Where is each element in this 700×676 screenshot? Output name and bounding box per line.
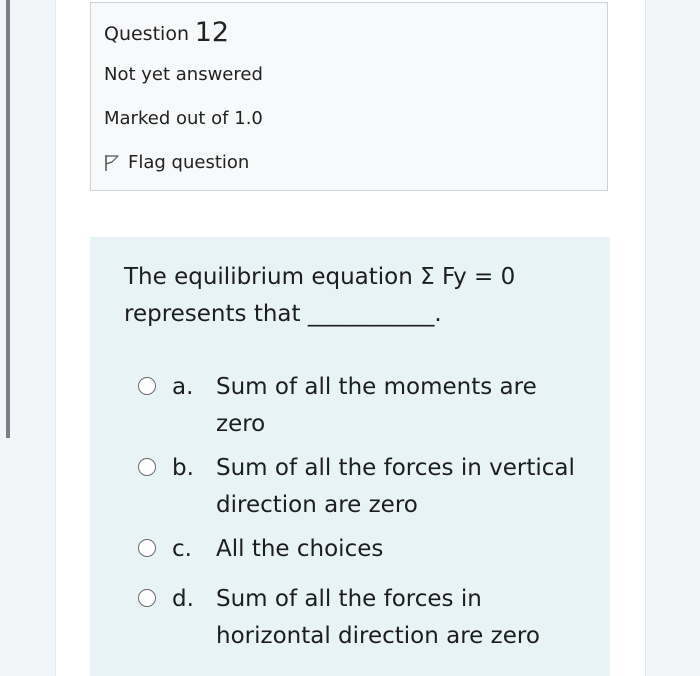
radio-c[interactable] [138,539,156,557]
question-marks: Marked out of 1.0 [104,108,263,129]
question-number: 12 [194,17,230,48]
question-info-box: Question 12 Not yet answered Marked out … [90,2,608,191]
answer-option-c[interactable]: c. All the choices [138,531,578,568]
answer-text: Sum of all the moments are zero [216,374,537,437]
radio-b[interactable] [138,458,156,476]
answer-letter: b. [172,455,194,481]
answer-text: Sum of all the forces in horizontal dire… [216,586,540,649]
flag-question-label: Flag question [128,152,250,173]
answer-option-d[interactable]: d. Sum of all the forces in horizontal d… [138,581,578,655]
answer-option-b[interactable]: b. Sum of all the forces in vertical dir… [138,450,578,524]
answer-option-a[interactable]: a. Sum of all the moments are zero [138,369,578,443]
answer-letter: d. [172,586,194,612]
question-heading: Question 12 [104,17,229,48]
question-text: The equilibrium equation Σ Fy = 0 repres… [124,264,516,327]
answer-letter: a. [172,374,194,400]
left-border-bar [6,0,10,438]
question-word: Question [104,23,189,45]
flag-question-link[interactable]: Flag question [104,152,249,173]
question-content: The equilibrium equation Σ Fy = 0 repres… [90,237,610,676]
answer-text: All the choices [216,536,384,562]
radio-a[interactable] [138,377,156,395]
flag-icon [104,154,120,172]
radio-d[interactable] [138,589,156,607]
answer-letter: c. [172,536,192,562]
answer-text: Sum of all the forces in vertical direct… [216,455,575,518]
question-status: Not yet answered [104,64,263,85]
